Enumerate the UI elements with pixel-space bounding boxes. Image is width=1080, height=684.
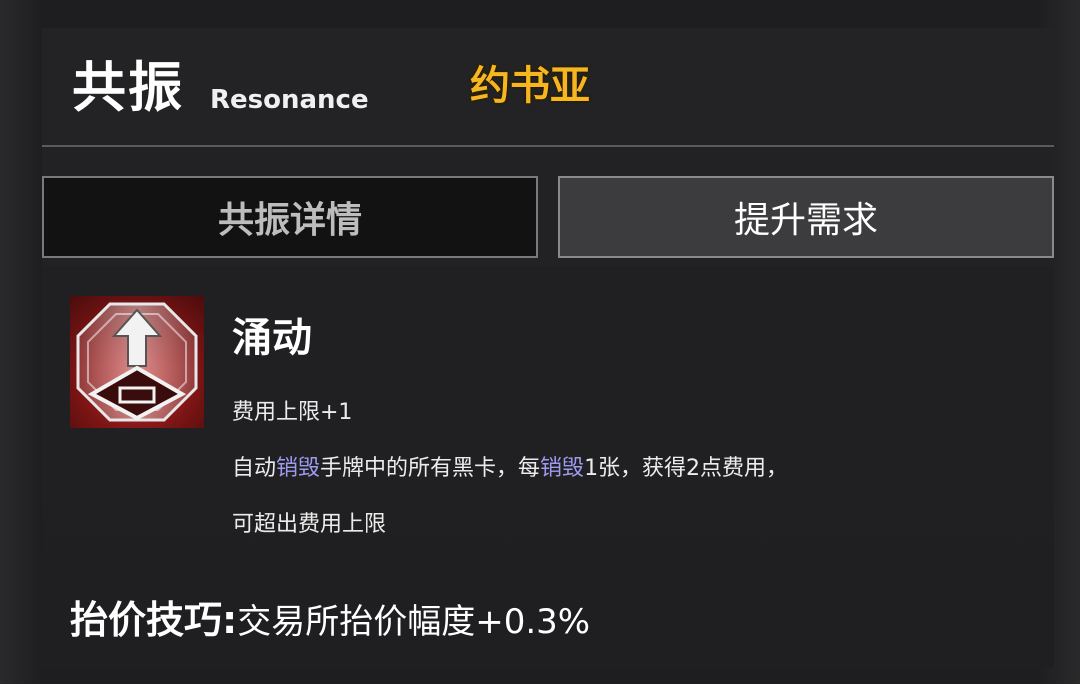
skill-effect-text: 手牌中的所有黑卡，每 xyxy=(320,456,541,481)
panel-header: 共振 Resonance 约书亚 xyxy=(42,28,1054,144)
skill-effect-text: 1张，获得2点费用， xyxy=(584,456,789,481)
tab-resonance-details[interactable]: 共振详情 xyxy=(42,176,538,258)
page-title: 共振 xyxy=(72,56,184,119)
upward-arrow-crest-icon xyxy=(70,296,204,428)
skill-effect-line-1: 费用上限+1 xyxy=(232,400,353,425)
skill-name: 涌动 xyxy=(232,315,312,361)
bonus-line: 抬价技巧:交易所抬价幅度+0.3% xyxy=(70,598,590,650)
bonus-label: 抬价技巧: xyxy=(70,598,238,642)
skill-effect-line-3: 可超出费用上限 xyxy=(232,512,387,537)
resonance-details-content: 涌动 费用上限+1 自动销毁手牌中的所有黑卡，每销毁1张，获得2点费用， 可超出… xyxy=(42,266,1054,668)
skill-effect-text: 自动 xyxy=(232,456,277,481)
keyword-destroy: 销毁 xyxy=(540,456,585,481)
keyword-destroy: 销毁 xyxy=(276,456,321,481)
resonance-panel: 共振 Resonance 约书亚 共振详情 提升需求 涌动 费用上限+1 自动销… xyxy=(42,28,1054,668)
skill-effect-line-2: 自动销毁手牌中的所有黑卡，每销毁1张，获得2点费用， xyxy=(232,454,788,484)
header-divider xyxy=(42,145,1054,147)
page-subtitle: Resonance xyxy=(210,85,369,115)
tab-upgrade-requirements[interactable]: 提升需求 xyxy=(558,176,1054,258)
bonus-value: 交易所抬价幅度+0.3% xyxy=(237,602,591,642)
character-name: 约书亚 xyxy=(470,63,590,109)
